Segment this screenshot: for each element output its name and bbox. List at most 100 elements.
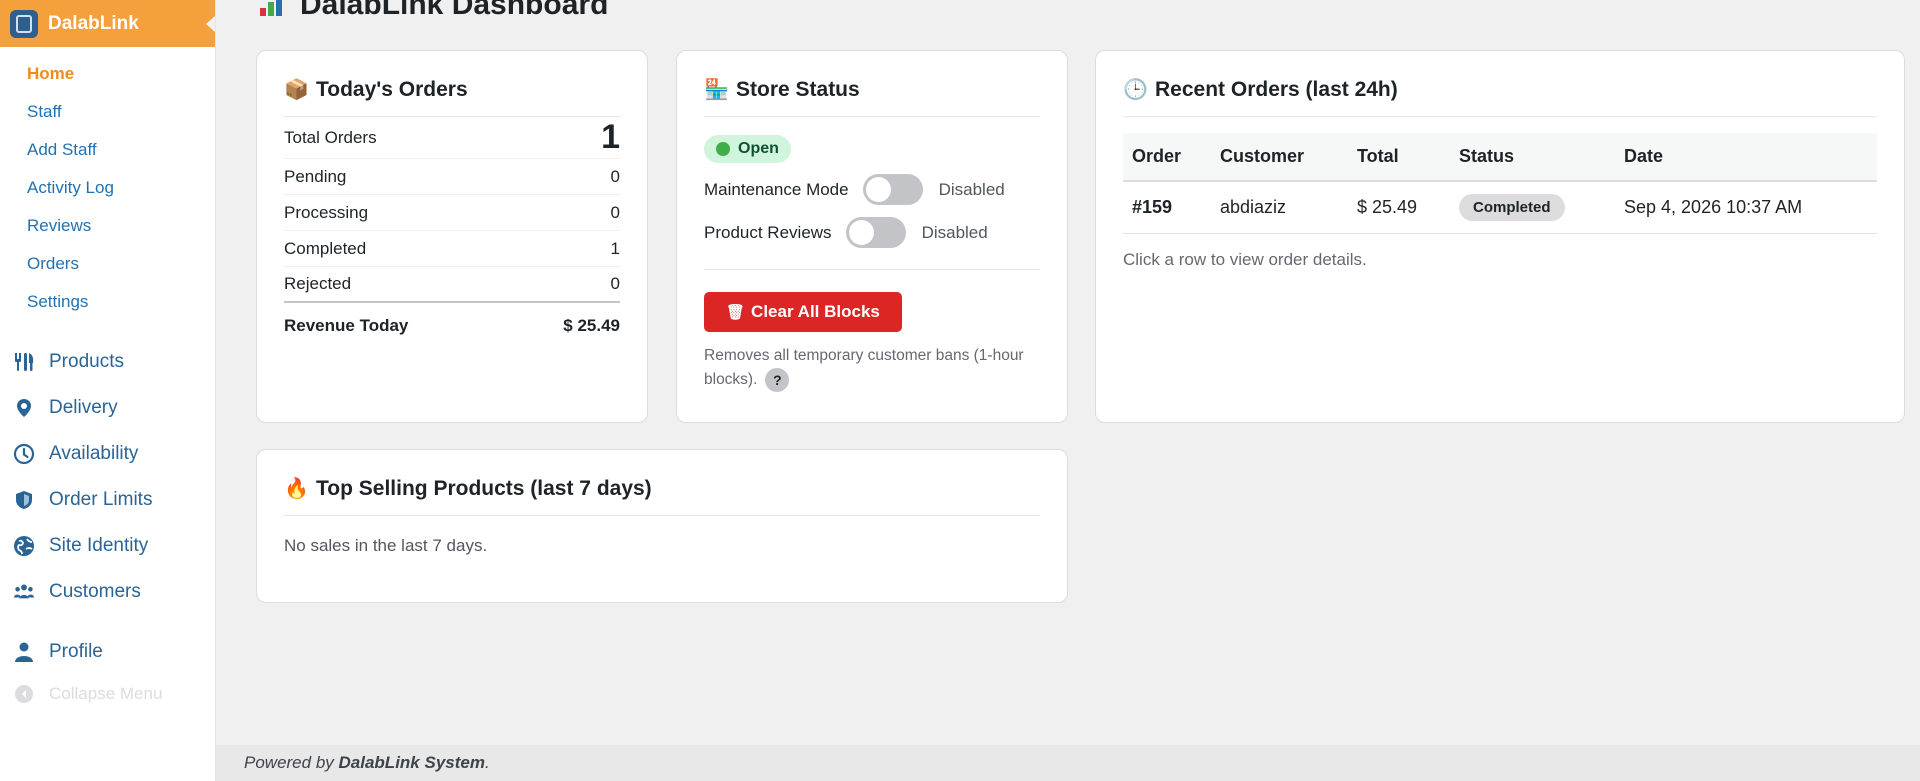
main-content: DalabLink Dashboard 📦 Today's Orders Tot… bbox=[216, 0, 1920, 781]
stat-label: Total Orders bbox=[284, 127, 377, 147]
card-title-text: Store Status bbox=[736, 77, 860, 101]
stat-label: Completed bbox=[284, 238, 367, 258]
clear-blocks-help: Removes all temporary customer bans (1-h… bbox=[704, 344, 1040, 392]
stat-label: Processing bbox=[284, 202, 369, 222]
sidebar-item-availability[interactable]: Availability bbox=[0, 431, 215, 477]
order-total: $ 25.49 bbox=[1348, 181, 1450, 234]
order-customer: abdiaziz bbox=[1211, 181, 1348, 234]
package-icon: 📦 bbox=[284, 79, 309, 101]
column-header-order: Order bbox=[1123, 133, 1211, 182]
order-id: #159 bbox=[1123, 181, 1211, 234]
reviews-label: Product Reviews bbox=[704, 222, 832, 242]
sidebar: DalabLink Home Staff Add Staff Activity … bbox=[0, 0, 216, 781]
store-status-title: 🏪 Store Status bbox=[704, 77, 1040, 117]
sidebar-item-add-staff[interactable]: Add Staff bbox=[0, 131, 215, 169]
sub-menu: Home Staff Add Staff Activity Log Review… bbox=[0, 47, 215, 321]
fire-icon: 🔥 bbox=[284, 478, 309, 500]
sidebar-item-home[interactable]: Home bbox=[0, 55, 215, 93]
maintenance-state: Disabled bbox=[938, 179, 1005, 199]
sidebar-item-label: Customers bbox=[49, 581, 141, 602]
stat-row-rejected: Rejected 0 bbox=[284, 267, 620, 303]
recent-orders-note: Click a row to view order details. bbox=[1123, 249, 1367, 269]
stat-value: 0 bbox=[610, 202, 620, 222]
main-menu: Products Delivery Availability Order Lim… bbox=[0, 321, 215, 713]
utensils-icon bbox=[13, 351, 35, 373]
active-notch bbox=[206, 16, 215, 32]
revenue-row: Revenue Today $ 25.49 bbox=[284, 303, 620, 349]
sidebar-item-orders[interactable]: Orders bbox=[0, 245, 215, 283]
clock-icon: 🕒 bbox=[1123, 79, 1148, 101]
table-row[interactable]: #159 abdiaziz $ 25.49 Completed Sep 4, 2… bbox=[1123, 181, 1877, 234]
page-title: DalabLink Dashboard bbox=[260, 0, 608, 22]
stat-row-pending: Pending 0 bbox=[284, 159, 620, 195]
stat-row-processing: Processing 0 bbox=[284, 195, 620, 231]
store-open-badge: Open bbox=[704, 135, 791, 163]
todays-orders-title: 📦 Today's Orders bbox=[284, 77, 620, 117]
stat-label: Rejected bbox=[284, 274, 352, 293]
clear-all-blocks-button[interactable]: 🗑 Clear All Blocks bbox=[704, 292, 902, 332]
stat-value: 0 bbox=[610, 166, 620, 186]
stat-value: 1 bbox=[610, 238, 620, 258]
maintenance-label: Maintenance Mode bbox=[704, 179, 849, 199]
sidebar-item-reviews[interactable]: Reviews bbox=[0, 207, 215, 245]
store-icon: 🏪 bbox=[704, 79, 729, 101]
collapse-menu-button[interactable]: Collapse Menu bbox=[0, 675, 215, 713]
recent-orders-card: 🕒 Recent Orders (last 24h) Order Custome… bbox=[1095, 50, 1905, 423]
sidebar-item-customers[interactable]: Customers bbox=[0, 569, 215, 615]
order-date: Sep 4, 2026 10:37 AM bbox=[1615, 181, 1877, 234]
reviews-state: Disabled bbox=[921, 222, 988, 242]
stat-label: Pending bbox=[284, 166, 347, 186]
chart-icon bbox=[260, 0, 286, 16]
footer-suffix: . bbox=[484, 753, 490, 772]
help-text: Removes all temporary customer bans (1-h… bbox=[704, 347, 1024, 389]
maintenance-mode-toggle[interactable] bbox=[862, 174, 923, 205]
table-header-row: Order Customer Total Status Date bbox=[1123, 133, 1877, 182]
user-icon bbox=[13, 641, 35, 663]
sidebar-item-products[interactable]: Products bbox=[0, 339, 215, 385]
product-reviews-row: Product Reviews Disabled bbox=[704, 216, 1040, 249]
divider bbox=[704, 269, 1040, 270]
recent-orders-table: Order Customer Total Status Date #159 ab… bbox=[1123, 133, 1877, 234]
sidebar-item-settings[interactable]: Settings bbox=[0, 283, 215, 321]
order-status: Completed bbox=[1450, 181, 1615, 234]
sidebar-item-label: Site Identity bbox=[49, 535, 149, 556]
product-reviews-toggle[interactable] bbox=[845, 217, 906, 248]
stat-value: 1 bbox=[601, 118, 620, 156]
column-header-total: Total bbox=[1348, 133, 1450, 182]
clock-icon bbox=[13, 443, 35, 465]
footer: Powered by DalabLink System. bbox=[216, 745, 1920, 781]
todays-orders-card: 📦 Today's Orders Total Orders 1 Pending … bbox=[256, 50, 648, 423]
page-title-text: DalabLink Dashboard bbox=[300, 0, 609, 21]
brand-logo-icon bbox=[10, 9, 38, 38]
stat-row-total: Total Orders 1 bbox=[284, 117, 620, 159]
toggle-knob bbox=[848, 220, 874, 245]
shield-icon bbox=[13, 489, 35, 511]
brand-header[interactable]: DalabLink bbox=[0, 0, 215, 47]
collapse-menu-label: Collapse Menu bbox=[49, 684, 163, 703]
globe-icon bbox=[13, 535, 35, 557]
collapse-icon bbox=[13, 683, 35, 705]
revenue-value: $ 25.49 bbox=[563, 316, 620, 335]
revenue-label: Revenue Today bbox=[284, 316, 409, 335]
recent-orders-title: 🕒 Recent Orders (last 24h) bbox=[1123, 77, 1877, 117]
store-status-card: 🏪 Store Status Open Maintenance Mode Dis… bbox=[676, 50, 1068, 423]
sidebar-item-activity-log[interactable]: Activity Log bbox=[0, 169, 215, 207]
card-title-text: Today's Orders bbox=[316, 77, 468, 101]
sidebar-item-staff[interactable]: Staff bbox=[0, 93, 215, 131]
sidebar-item-profile[interactable]: Profile bbox=[0, 629, 215, 675]
map-pin-icon bbox=[13, 397, 35, 419]
sidebar-item-label: Profile bbox=[49, 641, 103, 662]
users-icon bbox=[13, 581, 35, 603]
sidebar-item-site-identity[interactable]: Site Identity bbox=[0, 523, 215, 569]
maintenance-mode-row: Maintenance Mode Disabled bbox=[704, 173, 1040, 206]
sidebar-item-label: Availability bbox=[49, 443, 139, 464]
help-icon[interactable]: ? bbox=[765, 368, 790, 392]
footer-prefix: Powered by bbox=[244, 753, 334, 772]
brand-name: DalabLink bbox=[48, 12, 139, 34]
card-title-text: Recent Orders (last 24h) bbox=[1155, 77, 1398, 101]
sidebar-item-order-limits[interactable]: Order Limits bbox=[0, 477, 215, 523]
sidebar-item-label: Products bbox=[49, 351, 124, 372]
sidebar-item-delivery[interactable]: Delivery bbox=[0, 385, 215, 431]
toggle-knob bbox=[865, 177, 891, 202]
top-selling-empty: No sales in the last 7 days. bbox=[284, 536, 488, 555]
